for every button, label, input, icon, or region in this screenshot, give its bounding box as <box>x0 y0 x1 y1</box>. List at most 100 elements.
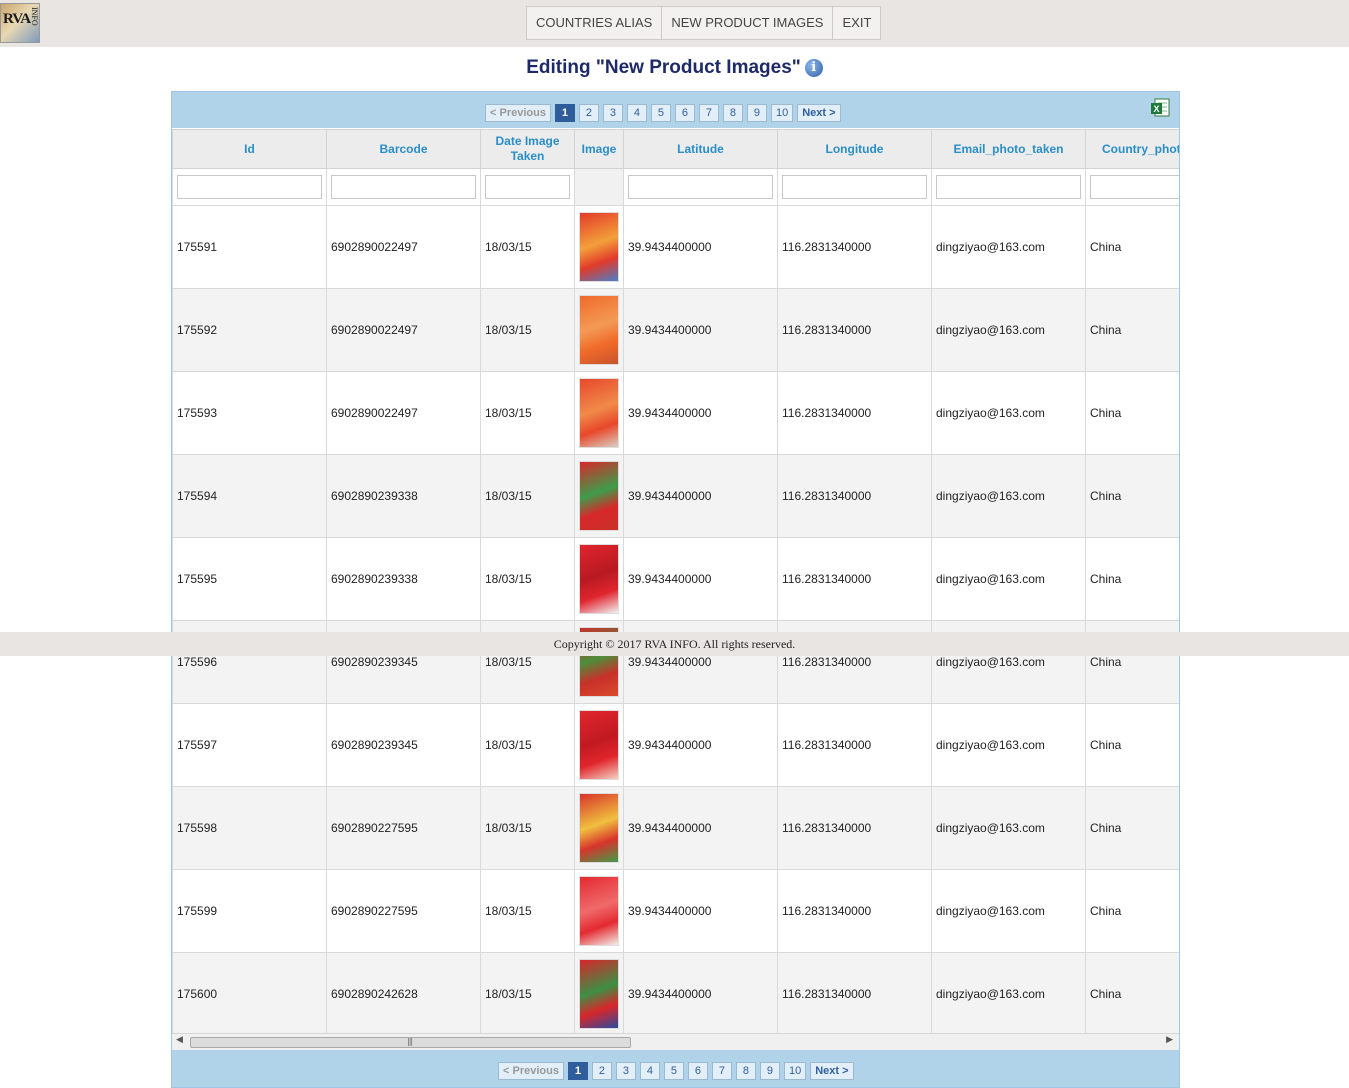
pager-top-page-6-button[interactable]: 6 <box>674 104 695 122</box>
rva-logo[interactable]: RVA INFO <box>0 3 40 43</box>
pager-bottom-page-9-button[interactable]: 9 <box>759 1062 780 1080</box>
copyright-footer: Copyright © 2017 RVA INFO. All rights re… <box>0 632 1349 656</box>
column-header-date-image-taken[interactable]: Date Image Taken <box>480 129 575 169</box>
pager-top-page-9-button[interactable]: 9 <box>746 104 767 122</box>
cell-id: 175593 <box>172 371 327 455</box>
data-grid: < Previous 1 2 3 4 5 6 7 8 9 10 Next > X Id Barcode… <box>171 91 1180 1088</box>
product-image-thumbnail[interactable] <box>579 212 619 282</box>
cell-date: 18/03/15 <box>480 454 575 538</box>
cell-date: 18/03/15 <box>480 703 575 787</box>
cell-latitude: 39.9434400000 <box>623 454 778 538</box>
excel-export-icon[interactable]: X <box>1150 98 1170 118</box>
pager-bottom-page-2-button[interactable]: 2 <box>591 1062 612 1080</box>
filter-longitude-input[interactable] <box>782 175 927 199</box>
cell-email: dingziyao@163.com <box>931 288 1086 372</box>
pager-top-next-button[interactable]: Next > <box>797 104 841 122</box>
pager-top-bar: < Previous 1 2 3 4 5 6 7 8 9 10 Next > X <box>172 92 1179 128</box>
scroll-left-arrow-icon[interactable]: ◀ <box>176 1035 183 1045</box>
table-row[interactable]: 175599 6902890227595 18/03/15 39.9434400000… <box>172 869 1179 953</box>
cell-latitude: 39.9434400000 <box>623 869 778 953</box>
product-image-thumbnail[interactable] <box>579 876 619 946</box>
pager-top-page-10-button[interactable]: 10 <box>770 104 794 122</box>
column-header-row: Id Barcode Date Image Taken Image Latitu… <box>172 129 1179 169</box>
product-image-thumbnail[interactable] <box>579 295 619 365</box>
cell-barcode: 6902890239338 <box>326 454 481 538</box>
column-header-latitude[interactable]: Latitude <box>623 129 778 169</box>
pager-bottom-page-4-button[interactable]: 4 <box>639 1062 660 1080</box>
cell-longitude: 116.2831340000 <box>777 537 932 621</box>
column-header-longitude[interactable]: Longitude <box>777 129 932 169</box>
pager-bottom-page-7-button[interactable]: 7 <box>711 1062 732 1080</box>
info-icon[interactable]: i <box>804 59 823 77</box>
cell-barcode: 6902890239345 <box>326 703 481 787</box>
product-image-thumbnail[interactable] <box>579 710 619 780</box>
filter-id-input[interactable] <box>177 175 322 199</box>
column-header-email-photo-taken[interactable]: Email_photo_taken <box>931 129 1086 169</box>
product-image-thumbnail[interactable] <box>579 544 619 614</box>
pager-top-previous-button[interactable]: < Previous <box>485 104 551 122</box>
cell-latitude: 39.9434400000 <box>623 786 778 870</box>
cell-email: dingziyao@163.com <box>931 205 1086 289</box>
pager-bottom: < Previous 1 2 3 4 5 6 7 8 9 10 Next > <box>498 1062 854 1080</box>
pager-bottom-page-3-button[interactable]: 3 <box>615 1062 636 1080</box>
cell-id: 175591 <box>172 205 327 289</box>
pager-bottom-page-1-button[interactable]: 1 <box>567 1062 588 1080</box>
cell-barcode: 6902890227595 <box>326 786 481 870</box>
pager-top-page-7-button[interactable]: 7 <box>698 104 719 122</box>
product-image-thumbnail[interactable] <box>579 959 619 1029</box>
menu-countries-alias[interactable]: COUNTRIES ALIAS <box>527 7 663 39</box>
product-image-thumbnail[interactable] <box>579 793 619 863</box>
filter-cell-email <box>931 168 1086 206</box>
pager-top-page-8-button[interactable]: 8 <box>722 104 743 122</box>
column-header-barcode[interactable]: Barcode <box>326 129 481 169</box>
table-row[interactable]: 175591 6902890022497 18/03/15 39.9434400000… <box>172 205 1179 289</box>
pager-top-page-2-button[interactable]: 2 <box>578 104 599 122</box>
pager-bottom-previous-button[interactable]: < Previous <box>498 1062 564 1080</box>
column-header-id[interactable]: Id <box>172 129 327 169</box>
table-scroll-area[interactable]: Id Barcode Date Image Taken Image Latitu… <box>172 129 1179 1033</box>
column-header-image[interactable]: Image <box>574 129 624 169</box>
scrollbar-thumb[interactable]: ||| <box>190 1037 631 1048</box>
cell-barcode: 6902890022497 <box>326 371 481 455</box>
cell-longitude: 116.2831340000 <box>777 952 932 1033</box>
table-row[interactable]: 175600 6902890242628 18/03/15 39.9434400000… <box>172 952 1179 1033</box>
table-row[interactable]: 175594 6902890239338 18/03/15 39.9434400000… <box>172 454 1179 538</box>
logo-text: RVA <box>3 11 31 27</box>
pager-bottom-page-5-button[interactable]: 5 <box>663 1062 684 1080</box>
product-image-thumbnail[interactable] <box>579 378 619 448</box>
table-row[interactable]: 175595 6902890239338 18/03/15 39.9434400000… <box>172 537 1179 621</box>
pager-bottom-next-button[interactable]: Next > <box>810 1062 854 1080</box>
pager-top-page-4-button[interactable]: 4 <box>626 104 647 122</box>
filter-country-input[interactable] <box>1090 175 1179 199</box>
pager-top-page-5-button[interactable]: 5 <box>650 104 671 122</box>
column-header-country-photo[interactable]: Country_photo <box>1085 129 1179 169</box>
horizontal-scrollbar[interactable]: ◀ ||| ▶ <box>172 1033 1179 1051</box>
scroll-right-arrow-icon[interactable]: ▶ <box>1166 1035 1173 1045</box>
menu-exit[interactable]: EXIT <box>833 7 880 39</box>
pager-bottom-page-6-button[interactable]: 6 <box>687 1062 708 1080</box>
cell-image <box>574 869 624 953</box>
filter-date-input[interactable] <box>485 175 570 199</box>
filter-latitude-input[interactable] <box>628 175 773 199</box>
pager-bottom-page-8-button[interactable]: 8 <box>735 1062 756 1080</box>
filter-cell-id <box>172 168 327 206</box>
pager-top-page-1-button[interactable]: 1 <box>554 104 575 122</box>
product-image-thumbnail[interactable] <box>579 461 619 531</box>
table-row[interactable]: 175593 6902890022497 18/03/15 39.9434400000… <box>172 371 1179 455</box>
filter-cell-barcode <box>326 168 481 206</box>
pager-top-page-3-button[interactable]: 3 <box>602 104 623 122</box>
filter-cell-image <box>574 168 624 206</box>
cell-email: dingziyao@163.com <box>931 454 1086 538</box>
filter-email-input[interactable] <box>936 175 1081 199</box>
cell-barcode: 6902890022497 <box>326 205 481 289</box>
menu-new-product-images[interactable]: NEW PRODUCT IMAGES <box>662 7 834 39</box>
table-row[interactable]: 175592 6902890022497 18/03/15 39.9434400000… <box>172 288 1179 372</box>
filter-barcode-input[interactable] <box>331 175 476 199</box>
table-row[interactable]: 175597 6902890239345 18/03/15 39.9434400000… <box>172 703 1179 787</box>
cell-id: 175598 <box>172 786 327 870</box>
cell-date: 18/03/15 <box>480 786 575 870</box>
table-row[interactable]: 175598 6902890227595 18/03/15 39.9434400000… <box>172 786 1179 870</box>
cell-latitude: 39.9434400000 <box>623 288 778 372</box>
pager-bottom-page-10-button[interactable]: 10 <box>783 1062 807 1080</box>
filter-cell-country <box>1085 168 1179 206</box>
